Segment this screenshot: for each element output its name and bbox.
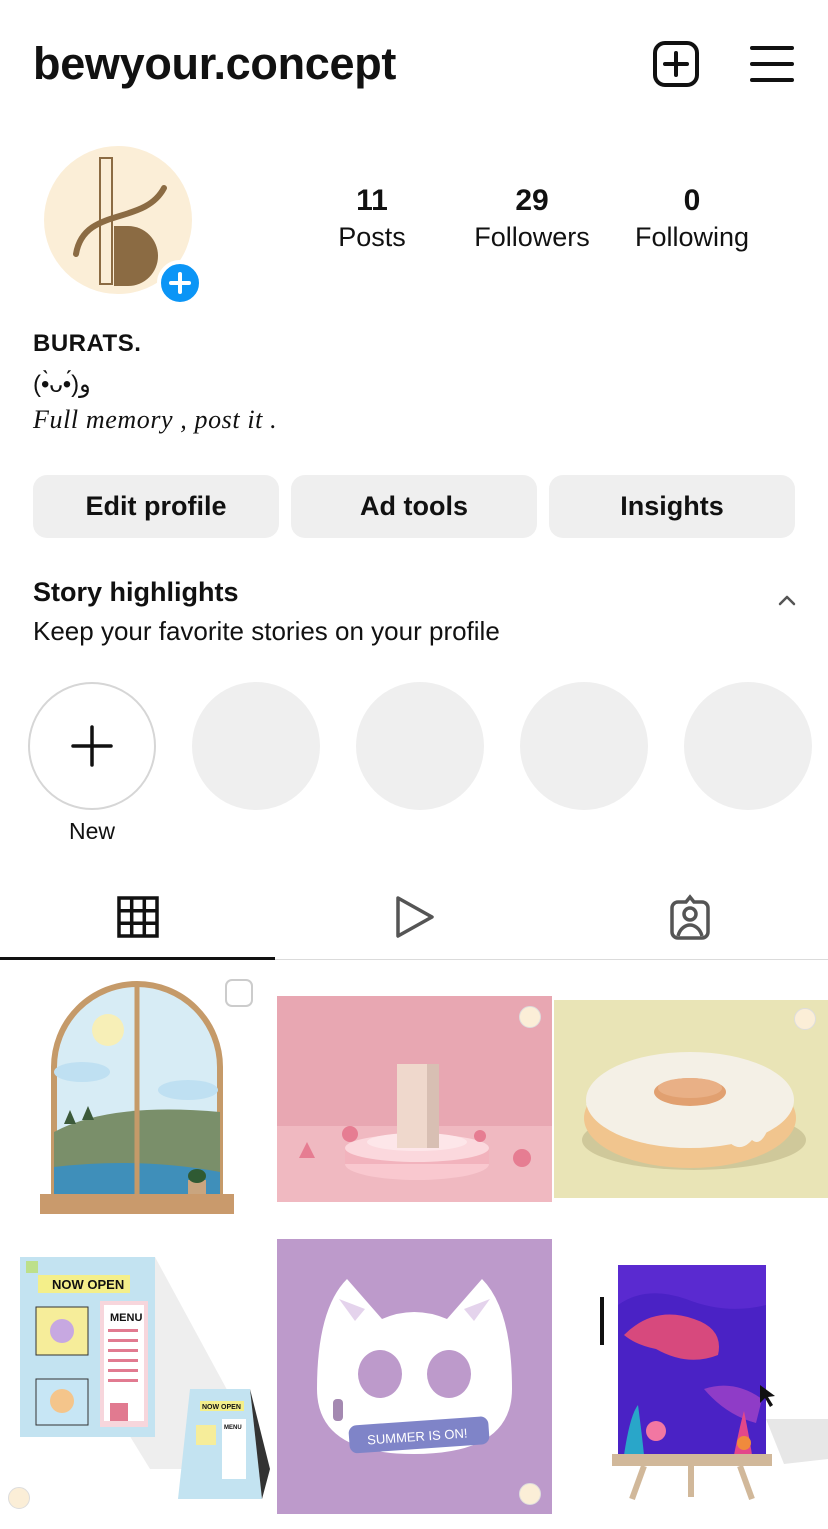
donut-render [582,1052,806,1170]
posts-count[interactable]: 11 Posts [297,184,447,253]
stat-label: Followers [474,222,590,252]
tab-tagged[interactable] [552,876,828,960]
icecream-flyer: NOW OPEN MENU NOW OPEN MENU [20,1257,270,1499]
plus-square-icon[interactable] [652,40,700,88]
plus-icon [169,272,191,294]
tab-reels[interactable] [276,876,552,960]
stat-value: 11 [356,184,388,217]
cat-mascot: SUMMER IS ON! [317,1279,512,1454]
reels-play-icon [396,896,434,938]
podium-render [277,1064,552,1202]
brand-watermark-icon [794,1008,816,1030]
profile-username[interactable]: bewyour.concept [33,38,396,90]
stat-label: Following [634,222,750,252]
grid-post-donut[interactable] [554,1000,828,1198]
followers-count[interactable]: 29 Followers [457,184,607,253]
flyer-standee-headline: NOW OPEN [202,1404,241,1411]
stat-value: 29 [515,184,549,217]
add-story-button[interactable] [157,260,203,306]
highlight-placeholder [684,682,812,810]
stat-label: Posts [338,222,406,252]
chevron-up-icon[interactable] [775,588,799,612]
highlight-placeholder [356,682,484,810]
flyer-headline: NOW OPEN [52,1277,124,1292]
ad-tools-button[interactable]: Ad tools [291,475,537,538]
flyer-standee-menu: MENU [224,1425,242,1431]
brand-watermark-icon [519,1006,541,1028]
hamburger-menu-icon[interactable] [750,44,794,84]
stat-value: 0 [683,184,701,217]
grid-icon [117,896,159,938]
grid-post-window[interactable] [0,962,275,1237]
highlight-placeholder [192,682,320,810]
highlights-title: Story highlights [33,577,239,607]
highlight-placeholder [520,682,648,810]
highlights-subtitle: Keep your favorite stories on your profi… [33,616,500,646]
top-bar: bewyour.concept [0,0,828,130]
new-highlight-label: New [68,818,115,844]
brand-watermark-icon [8,1487,30,1509]
following-count[interactable]: 0 Following [617,184,767,253]
underwater-poster [600,1265,828,1501]
flyer-menu-title: MENU [110,1312,142,1324]
plus-icon [71,725,113,767]
grid-post-underwater-poster[interactable] [554,1239,828,1514]
tab-posts-grid[interactable] [0,876,275,960]
profile-kaomoji: (•̀ᴗ•́)و [33,371,91,398]
active-tab-indicator [0,957,275,960]
profile-display-name: BURATS. [33,330,142,357]
tagged-person-icon [670,894,710,940]
brand-watermark-icon [519,1483,541,1505]
profile-bio: Full memory , post it . [33,405,278,434]
grid-post-podium[interactable] [277,996,552,1202]
new-highlight-button[interactable] [28,682,156,810]
grid-post-icecream-flyer[interactable]: NOW OPEN MENU NOW OPEN MENU [0,1239,275,1514]
window-illustration [40,979,253,1214]
insights-button[interactable]: Insights [549,475,795,538]
grid-post-cat-mascot[interactable]: SUMMER IS ON! [277,1239,552,1514]
edit-profile-button[interactable]: Edit profile [33,475,279,538]
